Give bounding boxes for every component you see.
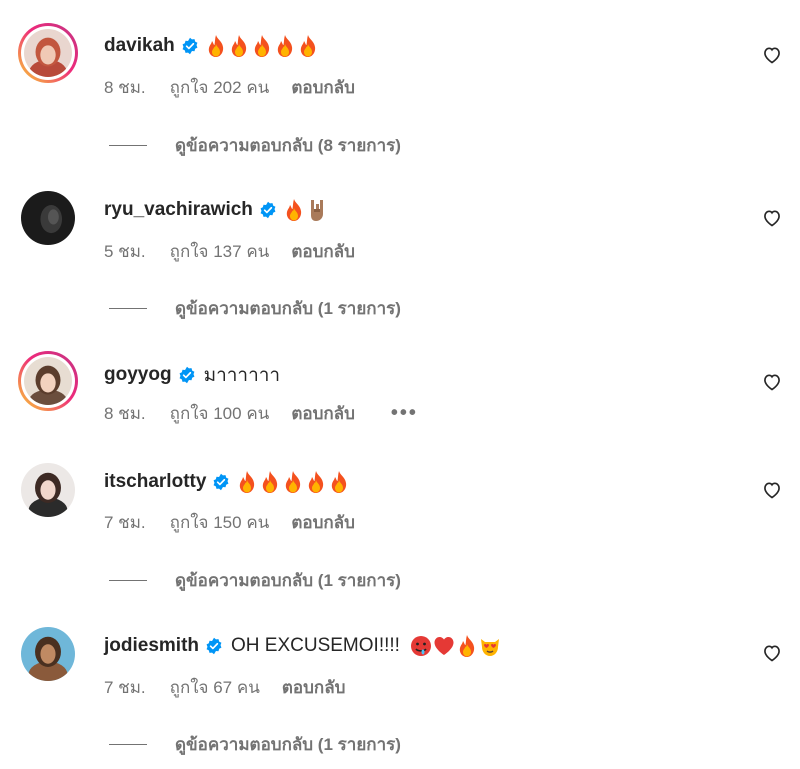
heart-eyes-cat-icon <box>479 634 501 658</box>
view-replies-button[interactable]: ดูข้อความตอบกลับ (1 รายการ) <box>109 297 401 319</box>
comment-emojis <box>205 34 320 58</box>
comment-time: 5 ชม. <box>104 241 146 261</box>
divider <box>109 579 147 581</box>
verified-badge-icon <box>178 366 196 384</box>
fire-icon <box>282 470 304 494</box>
comment-emojis <box>410 634 502 658</box>
reply-button[interactable]: ตอบกลับ <box>291 74 355 101</box>
divider <box>109 144 147 146</box>
avatar <box>24 357 72 405</box>
story-ring[interactable] <box>18 351 78 411</box>
divider <box>109 743 147 745</box>
view-replies-label: ดูข้อความตอบกลับ (1 รายการ) <box>175 570 401 590</box>
horns-hand-icon <box>306 198 328 222</box>
fire-icon <box>283 198 305 222</box>
verified-badge-icon <box>212 473 230 491</box>
comment-text: มาาาาาา <box>203 365 281 386</box>
red-heart-icon <box>433 634 455 658</box>
fire-icon <box>259 470 281 494</box>
likes-count[interactable]: ถูกใจ 202 คน <box>170 74 270 101</box>
like-heart-icon[interactable] <box>762 45 782 65</box>
fire-icon <box>297 34 319 58</box>
view-replies-label: ดูข้อความตอบกลับ (1 รายการ) <box>175 298 401 318</box>
view-replies-button[interactable]: ดูข้อความตอบกลับ (1 รายการ) <box>109 569 401 591</box>
like-heart-icon[interactable] <box>762 480 782 500</box>
avatar <box>21 463 75 517</box>
fire-icon <box>205 34 227 58</box>
reply-button[interactable]: ตอบกลับ <box>282 674 346 701</box>
divider <box>109 307 147 309</box>
avatar <box>21 191 75 245</box>
like-heart-icon[interactable] <box>762 643 782 663</box>
avatar <box>21 627 75 681</box>
fire-icon <box>328 470 350 494</box>
view-replies-button[interactable]: ดูข้อความตอบกลับ (8 รายการ) <box>109 134 401 156</box>
fire-icon <box>274 34 296 58</box>
avatar-frame[interactable] <box>18 624 78 684</box>
username[interactable]: jodiesmith <box>104 635 199 657</box>
fire-icon <box>305 470 327 494</box>
likes-count[interactable]: ถูกใจ 100 คน <box>170 400 270 427</box>
comment-time: 8 ชม. <box>104 77 146 97</box>
comment-time: 8 ชม. <box>104 403 146 423</box>
username[interactable]: ryu_vachirawich <box>104 199 253 221</box>
reply-button[interactable]: ตอบกลับ <box>291 509 355 536</box>
avatar-frame[interactable] <box>18 460 78 520</box>
username[interactable]: goyyog <box>104 364 172 386</box>
fire-icon <box>251 34 273 58</box>
comment-emojis <box>283 198 329 222</box>
verified-badge-icon <box>259 201 277 219</box>
comment-text: OH EXCUSEMOI!!!! <box>231 635 400 656</box>
like-heart-icon[interactable] <box>762 372 782 392</box>
view-replies-label: ดูข้อความตอบกลับ (8 รายการ) <box>175 135 401 155</box>
username[interactable]: davikah <box>104 35 175 57</box>
avatar-frame[interactable] <box>18 188 78 248</box>
likes-count[interactable]: ถูกใจ 67 คน <box>170 674 260 701</box>
fire-icon <box>228 34 250 58</box>
avatar <box>24 29 72 77</box>
verified-badge-icon <box>181 37 199 55</box>
view-replies-button[interactable]: ดูข้อความตอบกลับ (1 รายการ) <box>109 733 401 755</box>
reply-button[interactable]: ตอบกลับ <box>291 400 355 427</box>
comment-time: 7 ชม. <box>104 677 146 697</box>
comment-emojis <box>236 470 351 494</box>
drooling-face-icon <box>410 634 432 658</box>
fire-icon <box>236 470 258 494</box>
likes-count[interactable]: ถูกใจ 150 คน <box>170 509 270 536</box>
fire-icon <box>456 634 478 658</box>
view-replies-label: ดูข้อความตอบกลับ (1 รายการ) <box>175 734 401 754</box>
story-ring[interactable] <box>18 23 78 83</box>
reply-button[interactable]: ตอบกลับ <box>291 238 355 265</box>
comment-time: 7 ชม. <box>104 512 146 532</box>
more-options-icon[interactable]: ••• <box>391 402 418 425</box>
likes-count[interactable]: ถูกใจ 137 คน <box>170 238 270 265</box>
verified-badge-icon <box>205 637 223 655</box>
like-heart-icon[interactable] <box>762 208 782 228</box>
username[interactable]: itscharlotty <box>104 471 206 493</box>
